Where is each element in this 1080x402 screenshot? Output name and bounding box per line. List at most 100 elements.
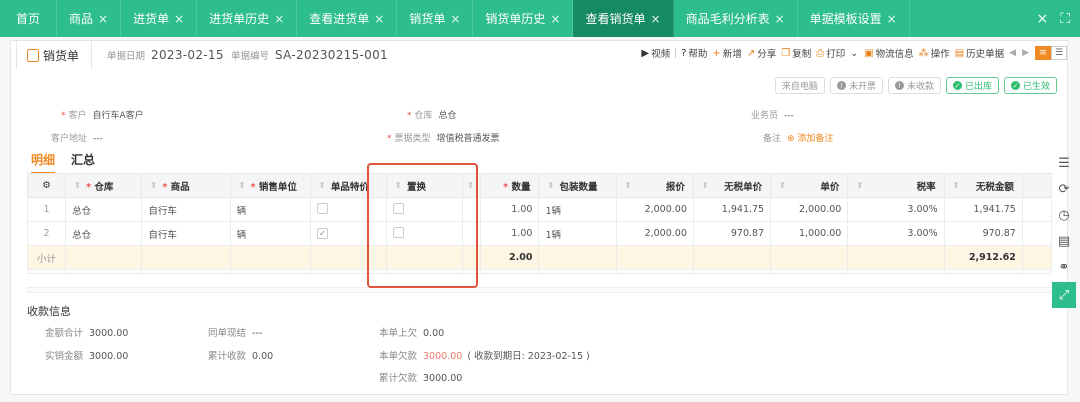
col-special[interactable]: ⇕ 单品特价 — [309, 173, 388, 198]
col-price[interactable]: ⇕ 单价 — [770, 173, 849, 198]
col-blank[interactable]: ⇕ — [462, 173, 482, 198]
empty-cell — [1021, 269, 1053, 274]
cell-price[interactable]: 1,000.00 — [770, 221, 849, 246]
doc-title-tab[interactable]: 销货单 — [16, 41, 92, 69]
cell-pack[interactable]: 1辆 — [538, 197, 617, 222]
add-note-button[interactable]: ⊕ 添加备注 — [787, 134, 833, 144]
cell-net-price[interactable]: 1,941.75 — [692, 197, 772, 222]
tab-close-icon[interactable]: × — [98, 12, 108, 26]
col-warehouse[interactable]: ⇕ * 仓库 — [65, 173, 143, 198]
cell-qty[interactable]: 1.00 — [480, 197, 540, 222]
col-net-amount-label: 无税金额 — [975, 181, 1014, 193]
cell-warehouse[interactable]: 总仓 — [65, 221, 143, 246]
tab-summary[interactable]: 汇总 — [71, 151, 95, 174]
status-badge-3[interactable]: ✓ 已出库 — [945, 77, 999, 94]
tab-close-icon[interactable]: × — [887, 12, 897, 26]
toolbar-button-3[interactable]: ↗ 分享 — [747, 46, 776, 61]
cell-net-amount[interactable]: 970.87 — [943, 221, 1023, 246]
address-value[interactable]: --- — [93, 134, 103, 144]
tab-9[interactable]: 单据模板设置 × — [798, 0, 910, 37]
col-qty[interactable]: * 数量 — [480, 173, 540, 198]
toolbar-button-4[interactable]: ❐ 复制 — [781, 46, 811, 61]
cell-quote[interactable]: 2,000.00 — [615, 221, 694, 246]
payment-prev-value: 0.00 — [423, 328, 445, 339]
status-badge-0[interactable]: 来自电脑 — [774, 77, 825, 94]
toolbar-button-8[interactable]: ▤ 历史单据 — [955, 46, 1004, 61]
toolbar-button-2[interactable]: + 新增 — [712, 46, 741, 61]
tab-4[interactable]: 查看进货单 × — [297, 0, 398, 37]
expand-icon[interactable]: ⛶ — [1060, 11, 1070, 27]
tab-close-icon[interactable]: × — [775, 12, 785, 26]
tab-7[interactable]: 查看销货单 × — [573, 0, 674, 37]
cell-pack[interactable]: 1辆 — [538, 221, 617, 246]
customer-value[interactable]: 自行车A客户 — [93, 111, 144, 121]
col-net-amount[interactable]: ⇕ 无税金额 — [943, 173, 1023, 198]
table-row[interactable]: 1 总仓 自行车辆 1.00 1辆 2,000.00 1,941.75 2,000.00 3.0… — [26, 197, 1053, 222]
tab-detail[interactable]: 明细 — [31, 151, 56, 174]
warehouse-value[interactable]: 总仓 — [439, 111, 457, 121]
tab-3[interactable]: 进货单历史 × — [197, 0, 298, 37]
special-price-checkbox[interactable]: ✓ — [316, 228, 328, 239]
cell-product[interactable]: 自行车 — [141, 221, 231, 246]
col-quote[interactable]: ⇕ 报价 — [615, 173, 694, 198]
list-view-icon[interactable]: ≡ — [1035, 46, 1051, 60]
status-badge-2[interactable]: ! 未收款 — [887, 77, 941, 94]
col-swap[interactable]: ⇕ 置换 — [386, 173, 464, 198]
voucher-icon[interactable]: ▤ — [1052, 228, 1076, 254]
col-unit[interactable]: ⇕ * 销售单位 — [229, 173, 311, 198]
tab-5[interactable]: 销货单 × — [397, 0, 474, 37]
check-icon: ✓ — [1010, 81, 1020, 90]
cell-tax[interactable]: 3.00% — [847, 221, 945, 246]
notes-icon[interactable]: ☰ — [1052, 150, 1076, 176]
toolbar-button-0[interactable]: ▶ 视频 — [641, 46, 670, 61]
cell-unit[interactable]: 辆 — [229, 197, 311, 222]
clock-icon[interactable]: ◷ — [1052, 202, 1076, 228]
tab-0[interactable]: 首页 — [0, 0, 58, 37]
attachment-icon[interactable]: ⚭ — [1052, 254, 1076, 280]
horizontal-scrollbar[interactable] — [27, 287, 1052, 293]
fullscreen-icon[interactable]: ⤢ — [1052, 282, 1076, 308]
special-price-checkbox[interactable] — [316, 202, 328, 214]
table-row[interactable]: 2 总仓 自行车辆 ✓ 1.00 1辆 2,000.00 970.87 1,000.00 3.00… — [26, 221, 1053, 246]
tab-close-icon[interactable]: × — [374, 12, 384, 26]
cell-net-amount[interactable]: 1,941.75 — [943, 197, 1023, 222]
card-view-icon[interactable]: ☰ — [1051, 46, 1067, 60]
cell-warehouse[interactable]: 总仓 — [65, 197, 143, 222]
status-badge-4[interactable]: ✓ 已生效 — [1003, 77, 1057, 94]
salesman-value[interactable]: --- — [784, 111, 794, 121]
cell-qty[interactable]: 1.00 — [480, 221, 540, 246]
column-settings-icon[interactable]: ⚙ — [26, 173, 67, 198]
cell-quote[interactable]: 2,000.00 — [615, 197, 694, 222]
tab-close-icon[interactable]: × — [174, 12, 184, 26]
col-pack[interactable]: ⇕ 包装数量 — [538, 173, 617, 198]
cell-product[interactable]: 自行车 — [141, 197, 231, 222]
col-net-price[interactable]: ⇕ 无税单价 — [692, 173, 772, 198]
cell-tax[interactable]: 3.00% — [847, 197, 945, 222]
swap-checkbox[interactable] — [393, 226, 405, 238]
col-product[interactable]: ⇕ * 商品 — [141, 173, 231, 198]
tab-1[interactable]: 商品 × — [57, 0, 122, 37]
tab-6[interactable]: 销货单历史 × — [473, 0, 574, 37]
toolbar-button-7[interactable]: ⁂ 操作 — [919, 46, 950, 61]
col-tax[interactable]: ⇕ 税率 — [847, 173, 945, 198]
tab-close-icon[interactable]: × — [550, 12, 560, 26]
close-all-icon[interactable]: × — [1036, 11, 1048, 27]
cell-unit[interactable]: 辆 — [229, 221, 311, 246]
print-dropdown-icon[interactable]: ⌄ — [850, 48, 858, 59]
tab-2[interactable]: 进货单 × — [121, 0, 198, 37]
cell-net-price[interactable]: 970.87 — [692, 221, 772, 246]
swap-checkbox[interactable] — [393, 202, 405, 214]
tab-close-icon[interactable]: × — [651, 12, 661, 26]
toolbar-button-6[interactable]: ▣ 物流信息 — [864, 46, 913, 61]
prev-record-icon[interactable]: ◀ — [1009, 48, 1016, 58]
toolbar-button-5[interactable]: ⎙ 打印 — [816, 46, 845, 61]
status-badge-1[interactable]: ! 未开票 — [829, 77, 883, 94]
tab-close-icon[interactable]: × — [274, 12, 284, 26]
tab-8[interactable]: 商品毛利分析表 × — [674, 0, 798, 37]
cell-price[interactable]: 2,000.00 — [770, 197, 849, 222]
tab-close-icon[interactable]: × — [450, 12, 460, 26]
next-record-icon[interactable]: ▶ — [1022, 48, 1029, 58]
invoice-value[interactable]: 增值税普通发票 — [437, 134, 500, 144]
sync-icon[interactable]: ⟳ — [1052, 176, 1076, 202]
toolbar-button-1[interactable]: ? 帮助 — [681, 46, 707, 61]
